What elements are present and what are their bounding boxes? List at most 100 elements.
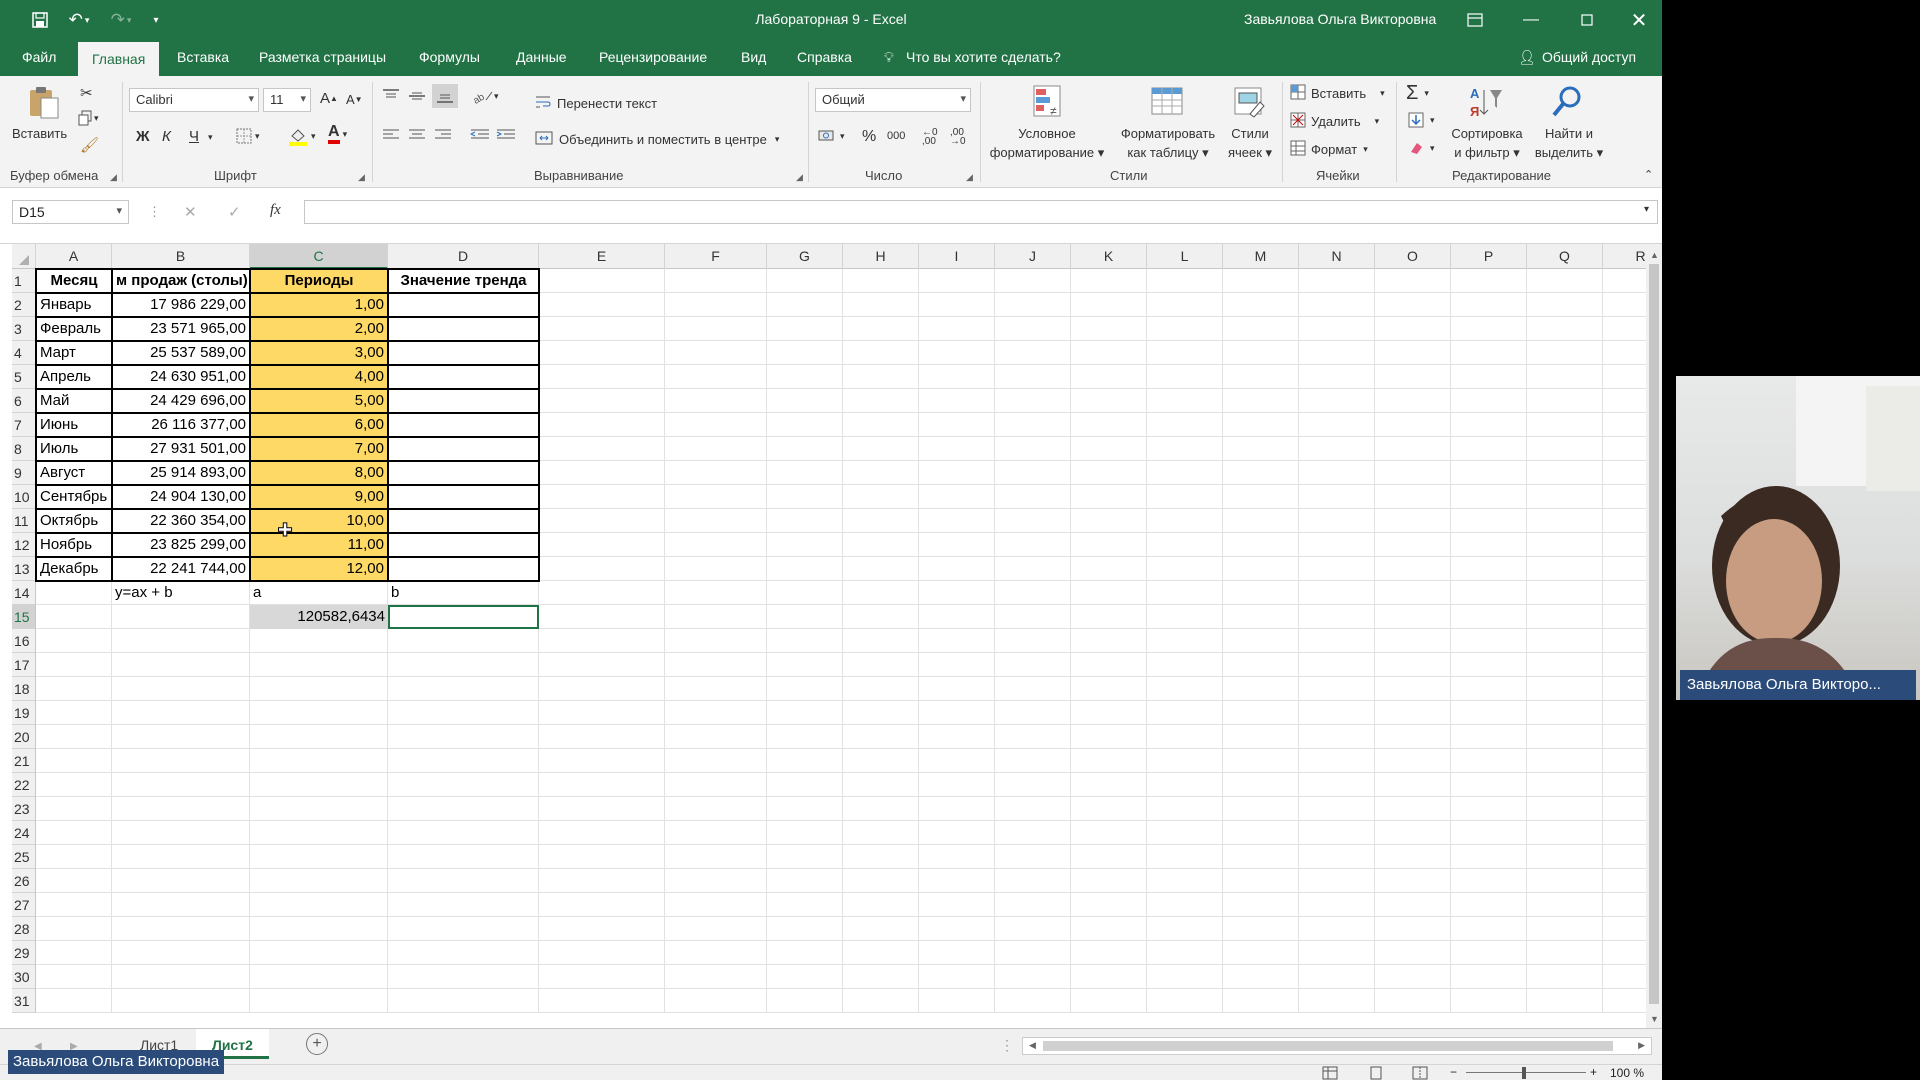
find-select-icon[interactable] (1550, 84, 1586, 120)
increase-indent-icon[interactable] (496, 128, 516, 142)
row-header-15[interactable]: 15 (12, 605, 36, 629)
month-cell[interactable]: Апрель (35, 364, 113, 390)
month-cell[interactable]: Ноябрь (35, 532, 113, 558)
column-header-g[interactable]: G (767, 244, 843, 269)
ribbon-display-icon[interactable] (1452, 0, 1498, 40)
insert-function-button[interactable]: fx (270, 202, 281, 219)
column-header-e[interactable]: E (539, 244, 665, 269)
month-cell[interactable]: Август (35, 460, 113, 486)
month-cell[interactable]: Февраль (35, 316, 113, 342)
sales-cell[interactable]: 25 914 893,00 (111, 460, 251, 486)
column-header-m[interactable]: M (1223, 244, 1299, 269)
row-header-24[interactable]: 24 (12, 821, 36, 845)
row-header-7[interactable]: 7 (12, 413, 36, 437)
month-cell[interactable]: Январь (35, 292, 113, 318)
copy-icon[interactable]: ▾ (78, 110, 99, 126)
row-header-11[interactable]: 11 (12, 509, 36, 533)
splitter-icon[interactable]: ⋮ (1000, 1037, 1014, 1054)
decrease-indent-icon[interactable] (470, 128, 490, 142)
tell-me-search[interactable]: Что вы хотите сделать? (906, 49, 1061, 65)
sales-cell[interactable]: 27 931 501,00 (111, 436, 251, 462)
conditional-formatting-icon[interactable]: ≠ (1030, 84, 1066, 120)
trend-cell[interactable] (387, 532, 540, 558)
paste-label[interactable]: Вставить (12, 124, 67, 143)
row-header-18[interactable]: 18 (12, 677, 36, 701)
header-cell-periods[interactable]: Периоды (249, 268, 389, 294)
tab-view[interactable]: Вид (741, 49, 766, 65)
row-header-22[interactable]: 22 (12, 773, 36, 797)
row-header-6[interactable]: 6 (12, 389, 36, 413)
row-header-27[interactable]: 27 (12, 893, 36, 917)
sales-cell[interactable]: 17 986 229,00 (111, 292, 251, 318)
month-cell[interactable]: Март (35, 340, 113, 366)
sales-cell[interactable]: 25 537 589,00 (111, 340, 251, 366)
share-button[interactable]: Общий доступ (1542, 49, 1636, 65)
row-header-10[interactable]: 10 (12, 485, 36, 509)
zoom-in-icon[interactable]: + (1590, 1065, 1597, 1079)
row-header-17[interactable]: 17 (12, 653, 36, 677)
sales-cell[interactable]: 24 904 130,00 (111, 484, 251, 510)
trend-cell[interactable] (387, 508, 540, 534)
column-header-p[interactable]: P (1451, 244, 1527, 269)
zoom-level[interactable]: 100 % (1610, 1066, 1644, 1080)
month-cell[interactable]: Июнь (35, 412, 113, 438)
tab-review[interactable]: Рецензирование (599, 49, 707, 65)
normal-view-icon[interactable] (1322, 1066, 1338, 1080)
increase-decimal-icon[interactable]: ←0,00 (922, 128, 938, 147)
row-header-8[interactable]: 8 (12, 437, 36, 461)
delete-cells-button[interactable]: Удалить ▾ (1290, 112, 1379, 131)
scroll-right-icon[interactable]: ▶ (1638, 1040, 1645, 1051)
row-header-12[interactable]: 12 (12, 533, 36, 557)
period-cell[interactable]: 11,00 (249, 532, 389, 558)
sales-cell[interactable]: 24 630 951,00 (111, 364, 251, 390)
close-icon[interactable]: ✕ (1616, 0, 1662, 40)
column-header-h[interactable]: H (843, 244, 919, 269)
column-header-r[interactable]: R (1603, 244, 1646, 269)
trend-cell[interactable] (387, 388, 540, 414)
trend-cell[interactable] (387, 292, 540, 318)
trend-cell[interactable] (387, 316, 540, 342)
header-cell-sales[interactable]: м продаж (столы) (111, 268, 251, 294)
coef-a-label-cell[interactable]: a (250, 581, 388, 605)
row-header-21[interactable]: 21 (12, 749, 36, 773)
column-header-b[interactable]: B (112, 244, 250, 269)
period-cell[interactable]: 9,00 (249, 484, 389, 510)
format-cells-button[interactable]: Формат ▾ (1290, 140, 1368, 159)
trend-cell[interactable] (387, 436, 540, 462)
row-header-14[interactable]: 14 (12, 581, 36, 605)
h-scroll-thumb[interactable] (1043, 1041, 1613, 1051)
column-header-c[interactable]: C (250, 244, 388, 269)
maximize-icon[interactable] (1564, 0, 1610, 40)
tab-file[interactable]: Файл (22, 49, 56, 65)
row-header-28[interactable]: 28 (12, 917, 36, 941)
clear-icon[interactable]: ▾ (1408, 140, 1435, 156)
period-cell[interactable]: 4,00 (249, 364, 389, 390)
align-left-icon[interactable] (382, 128, 400, 142)
period-cell[interactable]: 7,00 (249, 436, 389, 462)
sort-filter-button[interactable]: Сортировка и фильтр ▾ (1446, 124, 1528, 162)
align-center-icon[interactable] (408, 128, 426, 142)
scroll-up-icon[interactable]: ▲ (1650, 250, 1659, 260)
row-header-29[interactable]: 29 (12, 941, 36, 965)
row-header-4[interactable]: 4 (12, 341, 36, 365)
cancel-icon[interactable]: ✕ (184, 203, 197, 221)
clipboard-dialog-launcher-icon[interactable]: ◢ (110, 172, 117, 183)
page-layout-view-icon[interactable] (1368, 1066, 1384, 1080)
decrease-font-icon[interactable]: A ▼ (346, 92, 363, 107)
trend-cell[interactable] (387, 412, 540, 438)
period-cell[interactable]: 5,00 (249, 388, 389, 414)
month-cell[interactable]: Октябрь (35, 508, 113, 534)
cut-icon[interactable]: ✂ (80, 84, 93, 102)
collapse-ribbon-icon[interactable]: ⌃ (1644, 168, 1653, 181)
month-cell[interactable]: Май (35, 388, 113, 414)
formula-input[interactable] (304, 200, 1658, 224)
row-header-9[interactable]: 9 (12, 461, 36, 485)
trend-cell[interactable] (387, 484, 540, 510)
trend-cell[interactable] (387, 340, 540, 366)
underline-dropdown-icon[interactable]: ▾ (208, 132, 213, 143)
formula-label-cell[interactable]: y=ax + b (112, 581, 250, 605)
conditional-formatting-button[interactable]: Условное форматирование ▾ (985, 124, 1109, 162)
bold-button[interactable]: Ж (136, 128, 150, 145)
accounting-format-icon[interactable]: ▾ (818, 128, 845, 144)
increase-font-icon[interactable]: A ▲ (320, 90, 338, 107)
